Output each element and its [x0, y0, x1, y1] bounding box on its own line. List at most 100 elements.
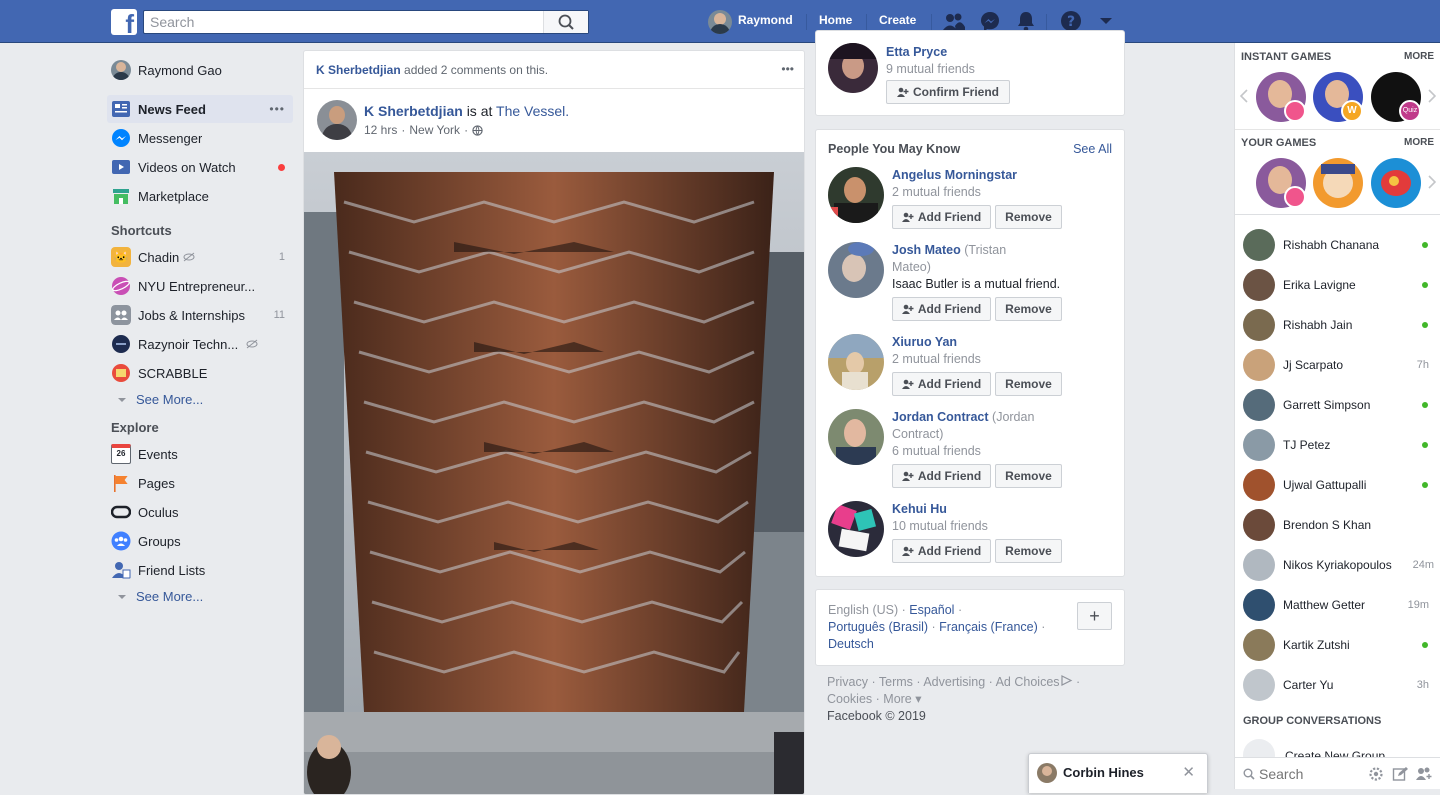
shortcut-item[interactable]: Jobs & Internships 11 [107, 301, 293, 329]
shortcut-item[interactable]: Razynoir Techn... [107, 330, 293, 358]
footer-link[interactable]: Privacy [827, 675, 868, 689]
nav-watch[interactable]: Videos on Watch [107, 153, 293, 181]
post-menu-icon[interactable]: ••• [781, 62, 794, 76]
search-button[interactable] [543, 11, 588, 33]
shortcut-item[interactable]: SCRABBLE [107, 359, 293, 387]
user-name-link[interactable]: Raymond [738, 13, 793, 27]
pymk-name[interactable]: Jordan Contract [892, 410, 989, 424]
pymk-name[interactable]: Xiuruo Yan [892, 335, 957, 349]
contact-item[interactable]: TJ Petez [1235, 425, 1440, 465]
pymk-name[interactable]: Josh Mateo [892, 243, 961, 257]
your-games-more[interactable]: MORE [1404, 137, 1434, 148]
author-avatar[interactable] [317, 100, 357, 140]
see-more-shortcuts[interactable]: See More... [117, 392, 203, 407]
explore-item[interactable]: Groups [107, 527, 293, 555]
pymk-name[interactable]: Kehui Hu [892, 502, 947, 516]
post-photo[interactable] [304, 152, 804, 795]
shortcut-item[interactable]: 🐱 Chadin 1 [107, 243, 293, 271]
language-link[interactable]: Deutsch [828, 637, 874, 651]
new-group-icon[interactable] [1415, 766, 1433, 782]
explore-item[interactable]: Pages [107, 469, 293, 497]
new-message-icon[interactable] [1392, 766, 1408, 782]
shortcut-item[interactable]: NYU Entrepreneur... [107, 272, 293, 300]
more-options-icon[interactable]: ••• [269, 102, 285, 116]
add-friend-button[interactable]: Add Friend [892, 372, 991, 396]
confirm-friend-button[interactable]: Confirm Friend [886, 80, 1010, 104]
chevron-right-icon[interactable] [1428, 175, 1436, 189]
pymk-avatar[interactable] [828, 409, 884, 465]
contact-item[interactable]: Ujwal Gattupalli [1235, 465, 1440, 505]
add-friend-button[interactable]: Add Friend [892, 539, 991, 563]
instant-games-more[interactable]: MORE [1404, 51, 1434, 62]
add-friend-button[interactable]: Add Friend [892, 297, 991, 321]
game-thumbnail[interactable] [1313, 158, 1363, 208]
messenger-icon[interactable] [979, 10, 1001, 32]
game-thumbnail[interactable] [1371, 158, 1421, 208]
contact-item[interactable]: Erika Lavigne [1235, 265, 1440, 305]
gear-icon[interactable] [1368, 766, 1384, 782]
place-link[interactable]: The Vessel. [496, 103, 569, 119]
footer-link[interactable]: Terms [879, 675, 913, 689]
remove-button[interactable]: Remove [995, 372, 1062, 396]
add-language-button[interactable]: + [1077, 602, 1112, 630]
profile-link[interactable]: Raymond Gao [107, 56, 293, 84]
explore-item[interactable]: Oculus [107, 498, 293, 526]
pymk-avatar[interactable] [828, 501, 884, 557]
chevron-right-icon[interactable] [1428, 89, 1436, 103]
home-link[interactable]: Home [819, 13, 852, 27]
create-link[interactable]: Create [879, 13, 916, 27]
search-input[interactable] [144, 11, 544, 33]
create-group-row[interactable]: Create New Group [1235, 733, 1440, 757]
contact-item[interactable]: Garrett Simpson [1235, 385, 1440, 425]
notifications-icon[interactable] [1016, 10, 1036, 32]
explore-item[interactable]: 26 Events [107, 440, 293, 468]
pymk-avatar[interactable] [828, 334, 884, 390]
language-link[interactable]: Português (Brasil) [828, 620, 928, 634]
language-link[interactable]: Français (France) [939, 620, 1038, 634]
nav-news-feed[interactable]: News Feed ••• [107, 95, 293, 123]
help-icon[interactable]: ? [1060, 10, 1082, 32]
footer-link[interactable]: Advertising [923, 675, 985, 689]
add-friend-button[interactable]: Add Friend [892, 205, 991, 229]
remove-button[interactable]: Remove [995, 297, 1062, 321]
user-avatar[interactable] [708, 10, 732, 34]
activity-actor-link[interactable]: K Sherbetdjian [316, 63, 401, 77]
contact-item[interactable]: Rishabh Chanana [1235, 225, 1440, 265]
see-more-explore[interactable]: See More... [117, 589, 203, 604]
contact-item[interactable]: Kartik Zutshi [1235, 625, 1440, 665]
contact-item[interactable]: Jj Scarpato 7h [1235, 345, 1440, 385]
contact-item[interactable]: Brendon S Khan [1235, 505, 1440, 545]
see-all-link[interactable]: See All [1073, 142, 1112, 156]
facebook-logo[interactable]: f [111, 9, 137, 35]
contact-item[interactable]: Carter Yu 3h [1235, 665, 1440, 705]
author-link[interactable]: K Sherbetdjian [364, 103, 463, 119]
footer-link[interactable]: Ad Choices [996, 675, 1060, 689]
add-friend-button[interactable]: Add Friend [892, 464, 991, 488]
contact-item[interactable]: Nikos Kyriakopoulos 24m [1235, 545, 1440, 585]
friend-request-name[interactable]: Etta Pryce [886, 45, 947, 59]
post-time[interactable]: 12 hrs [364, 123, 397, 137]
language-link[interactable]: Español [909, 603, 954, 617]
chevron-left-icon[interactable] [1240, 89, 1248, 103]
pymk-name[interactable]: Angelus Morningstar [892, 168, 1017, 182]
remove-button[interactable]: Remove [995, 464, 1062, 488]
nav-messenger[interactable]: Messenger [107, 124, 293, 152]
game-thumbnail[interactable]: Quiz [1371, 72, 1421, 122]
contact-item[interactable]: Matthew Getter 19m [1235, 585, 1440, 625]
friend-request-avatar[interactable] [828, 43, 878, 93]
nav-marketplace[interactable]: Marketplace [107, 182, 293, 210]
close-icon[interactable]: ✕ [1182, 763, 1195, 781]
footer-link[interactable]: More [883, 692, 911, 706]
remove-button[interactable]: Remove [995, 205, 1062, 229]
pymk-avatar[interactable] [828, 167, 884, 223]
post-location[interactable]: New York [409, 123, 460, 137]
game-thumbnail[interactable] [1256, 158, 1306, 208]
contact-item[interactable]: Rishabh Jain [1235, 305, 1440, 345]
chat-search-input[interactable] [1259, 764, 1359, 784]
remove-button[interactable]: Remove [995, 539, 1062, 563]
chat-tab[interactable]: Corbin Hines ✕ [1028, 753, 1208, 793]
game-thumbnail[interactable]: W [1313, 72, 1363, 122]
footer-link[interactable]: Cookies [827, 692, 872, 706]
explore-item[interactable]: Friend Lists [107, 556, 293, 584]
pymk-avatar[interactable] [828, 242, 884, 298]
